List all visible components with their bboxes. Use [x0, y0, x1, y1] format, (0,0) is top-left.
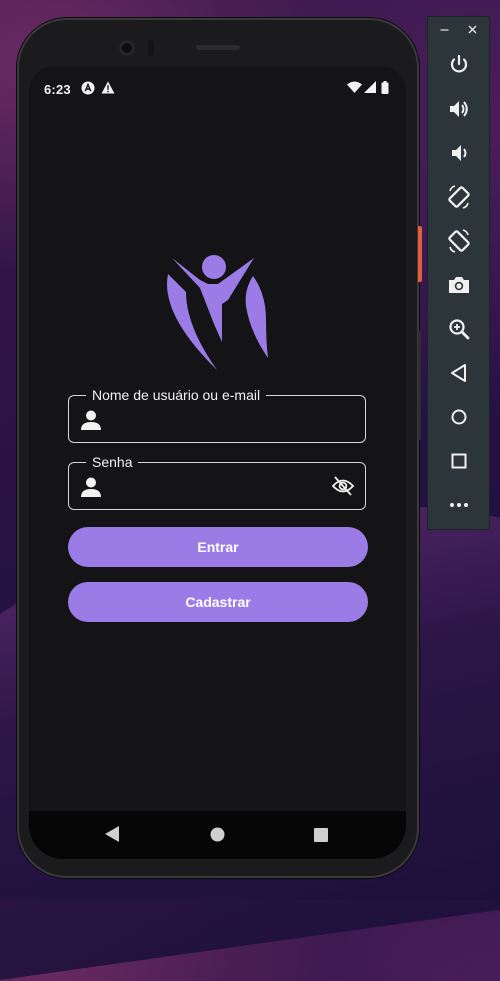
username-label: Nome de usuário ou e-mail [86, 387, 267, 403]
user-icon [81, 477, 101, 497]
home-icon[interactable] [447, 405, 471, 429]
recents-icon[interactable] [314, 828, 328, 842]
app-area: 6:23 Nome de usuário ou e-mail Senha Ent… [29, 66, 406, 811]
password-label: Senha [86, 454, 139, 470]
volume-key [418, 330, 421, 440]
close-icon[interactable] [468, 25, 477, 34]
app-a-icon [81, 81, 95, 95]
proximity-sensor [148, 40, 154, 56]
username-input[interactable] [113, 404, 327, 436]
earpiece [196, 45, 240, 50]
back-icon[interactable] [447, 361, 471, 385]
volume-down-icon[interactable] [447, 141, 471, 165]
login-button[interactable]: Entrar [68, 527, 368, 567]
front-camera [119, 40, 135, 56]
app-logo [167, 255, 268, 370]
overview-icon[interactable] [447, 449, 471, 473]
emulator-toolbar [427, 16, 490, 530]
power-key [418, 226, 422, 282]
status-time: 6:23 [44, 82, 71, 97]
phone-screen: 6:23 Nome de usuário ou e-mail Senha Ent… [29, 66, 406, 859]
home-icon[interactable] [210, 827, 225, 842]
power-icon[interactable] [447, 53, 471, 77]
username-field[interactable]: Nome de usuário ou e-mail [68, 387, 366, 443]
eye-off-icon[interactable] [331, 476, 355, 496]
back-icon[interactable] [105, 826, 119, 842]
navigation-bar [29, 811, 406, 859]
volume-up-icon[interactable] [447, 97, 471, 121]
minimize-icon[interactable] [440, 25, 449, 34]
wifi-icon [347, 81, 362, 93]
register-button[interactable]: Cadastrar [68, 582, 368, 622]
signal-icon [364, 81, 376, 93]
status-bar: 6:23 [29, 66, 406, 110]
user-icon [81, 410, 101, 430]
rotate-right-icon[interactable] [447, 229, 471, 253]
more-icon[interactable] [447, 493, 471, 517]
camera-icon[interactable] [447, 273, 471, 297]
battery-icon [381, 81, 389, 94]
password-input[interactable] [113, 471, 327, 503]
zoom-icon[interactable] [447, 317, 471, 341]
warning-icon [101, 81, 115, 94]
password-field[interactable]: Senha [68, 454, 366, 510]
rotate-left-icon[interactable] [447, 185, 471, 209]
